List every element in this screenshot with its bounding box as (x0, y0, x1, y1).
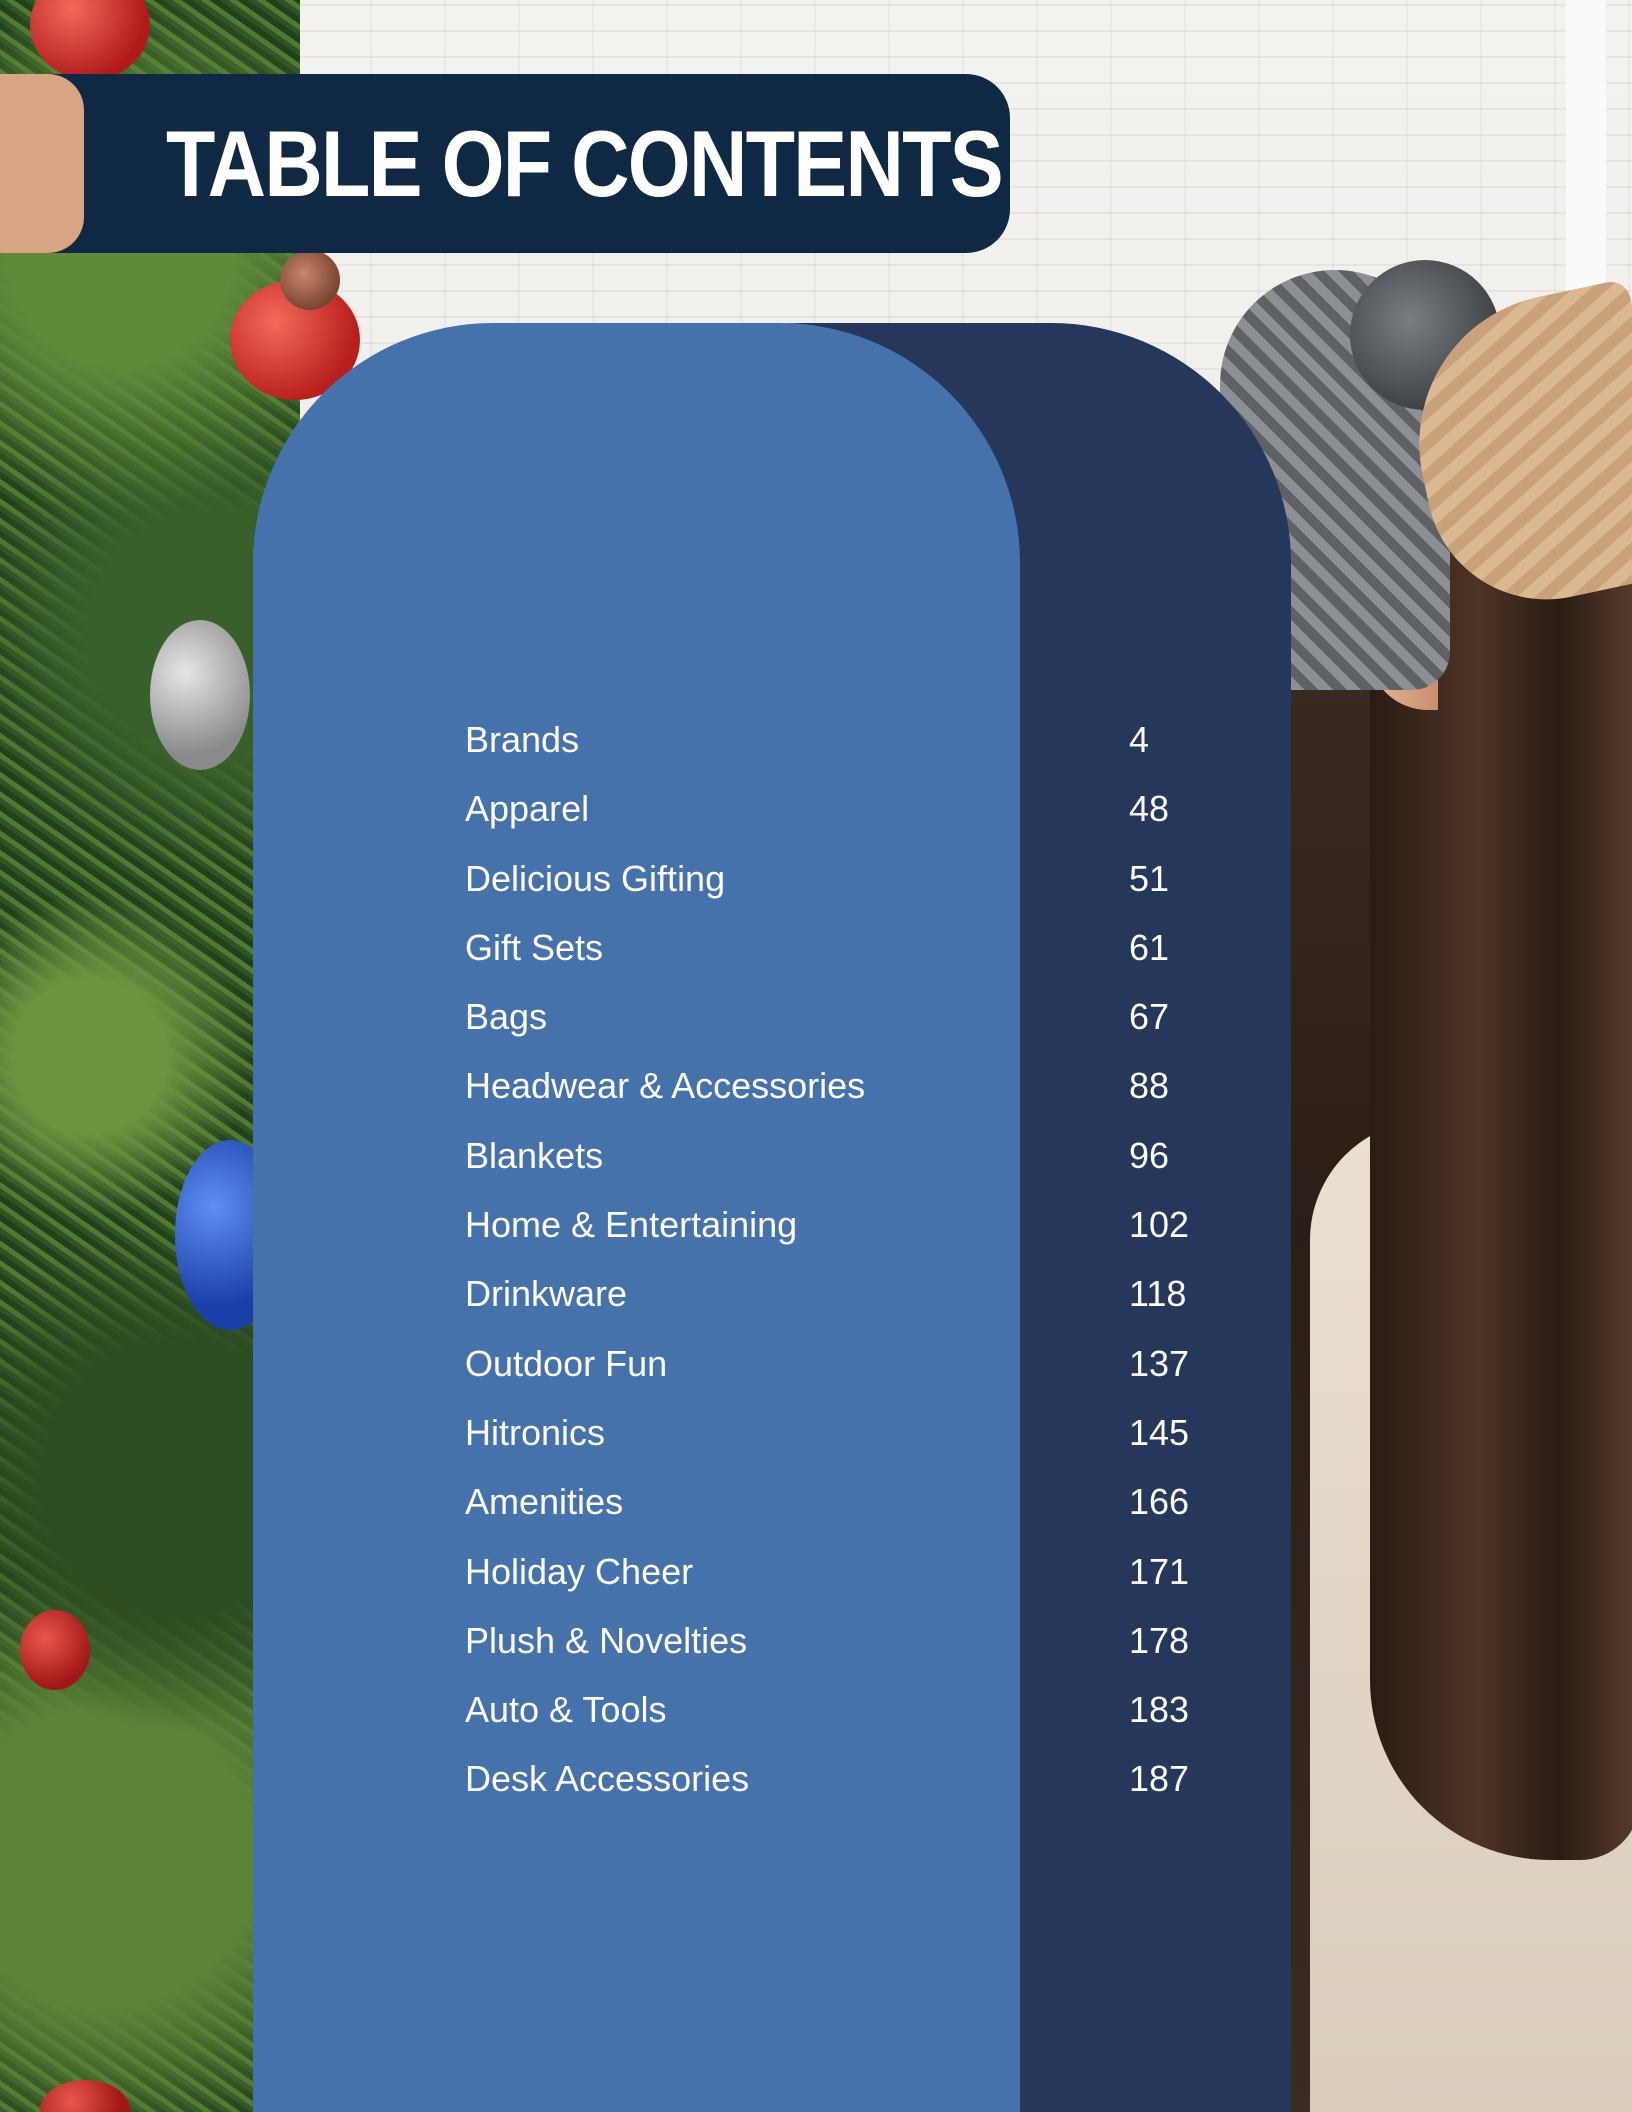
page-title: TABLE OF CONTENTS (166, 111, 1004, 216)
toc-entry[interactable]: Desk Accessories 187 (465, 1744, 1225, 1813)
toc-page-number: 145 (1129, 1411, 1190, 1453)
toc-entry[interactable]: Plush & Novelties 178 (465, 1606, 1225, 1675)
toc-page-number: 61 (1129, 926, 1170, 968)
toc-entry[interactable]: Amenities 166 (465, 1467, 1225, 1536)
toc-page-number: 96 (1129, 1134, 1170, 1176)
toc-section-label: Home & Entertaining (465, 1204, 798, 1246)
toc-section-label: Holiday Cheer (465, 1550, 694, 1592)
toc-entry[interactable]: Home & Entertaining 102 (465, 1190, 1225, 1259)
toc-entry[interactable]: Apparel 48 (465, 774, 1225, 843)
toc-entry[interactable]: Gift Sets 61 (465, 913, 1225, 982)
toc-section-label: Brands (465, 719, 580, 760)
toc-page-number: 51 (1129, 857, 1170, 899)
toc-page-number: 187 (1129, 1758, 1190, 1800)
toc-page-number: 137 (1129, 1342, 1190, 1384)
toc-section-label: Auto & Tools (465, 1689, 667, 1731)
toc-section-label: Drinkware (465, 1273, 628, 1315)
toc-page-number: 171 (1129, 1550, 1190, 1592)
toc-page-number: 118 (1129, 1273, 1187, 1315)
toc-page-number: 88 (1129, 1065, 1170, 1107)
toc-section-label: Apparel (465, 788, 590, 830)
toc-section-label: Outdoor Fun (465, 1342, 668, 1384)
toc-section-label: Plush & Novelties (465, 1619, 748, 1661)
toc-section-label: Hitronics (465, 1411, 606, 1453)
red-ornament (20, 1610, 90, 1690)
toc-page-number: 102 (1129, 1204, 1190, 1246)
toc-entry[interactable]: Drinkware 118 (465, 1259, 1225, 1328)
people-in-beanies (1220, 240, 1632, 2112)
toc-page-number: 48 (1129, 788, 1170, 830)
toc-entry[interactable]: Outdoor Fun 137 (465, 1329, 1225, 1398)
toc-entry[interactable]: Bags 67 (465, 982, 1225, 1051)
toc-entry[interactable]: Hitronics 145 (465, 1398, 1225, 1467)
copper-ornament (280, 250, 340, 310)
toc-section-label: Delicious Gifting (465, 857, 726, 899)
toc-entry[interactable]: Brands 4 (465, 705, 1225, 774)
toc-page-number: 4 (1129, 719, 1150, 760)
toc-section-label: Desk Accessories (465, 1758, 750, 1800)
table-of-contents: Brands 4 Apparel 48 Delicious Gifting 51 Gift … (465, 705, 1225, 1814)
toc-page-number: 183 (1129, 1689, 1190, 1731)
toc-page-number: 166 (1129, 1481, 1190, 1523)
toc-section-label: Amenities (465, 1481, 624, 1523)
banner-accent-tab (0, 74, 84, 253)
toc-section-label: Gift Sets (465, 926, 604, 968)
toc-entry[interactable]: Delicious Gifting 51 (465, 844, 1225, 913)
toc-section-label: Bags (465, 996, 548, 1038)
toc-page-number: 178 (1129, 1619, 1190, 1661)
toc-section-label: Blankets (465, 1134, 604, 1176)
toc-section-label: Headwear & Accessories (465, 1065, 866, 1107)
silver-ornament (150, 620, 250, 770)
toc-entry[interactable]: Auto & Tools 183 (465, 1675, 1225, 1744)
toc-entry[interactable]: Blankets 96 (465, 1121, 1225, 1190)
toc-page-number: 67 (1129, 996, 1170, 1038)
toc-entry[interactable]: Headwear & Accessories 88 (465, 1051, 1225, 1120)
toc-entry[interactable]: Holiday Cheer 171 (465, 1537, 1225, 1606)
